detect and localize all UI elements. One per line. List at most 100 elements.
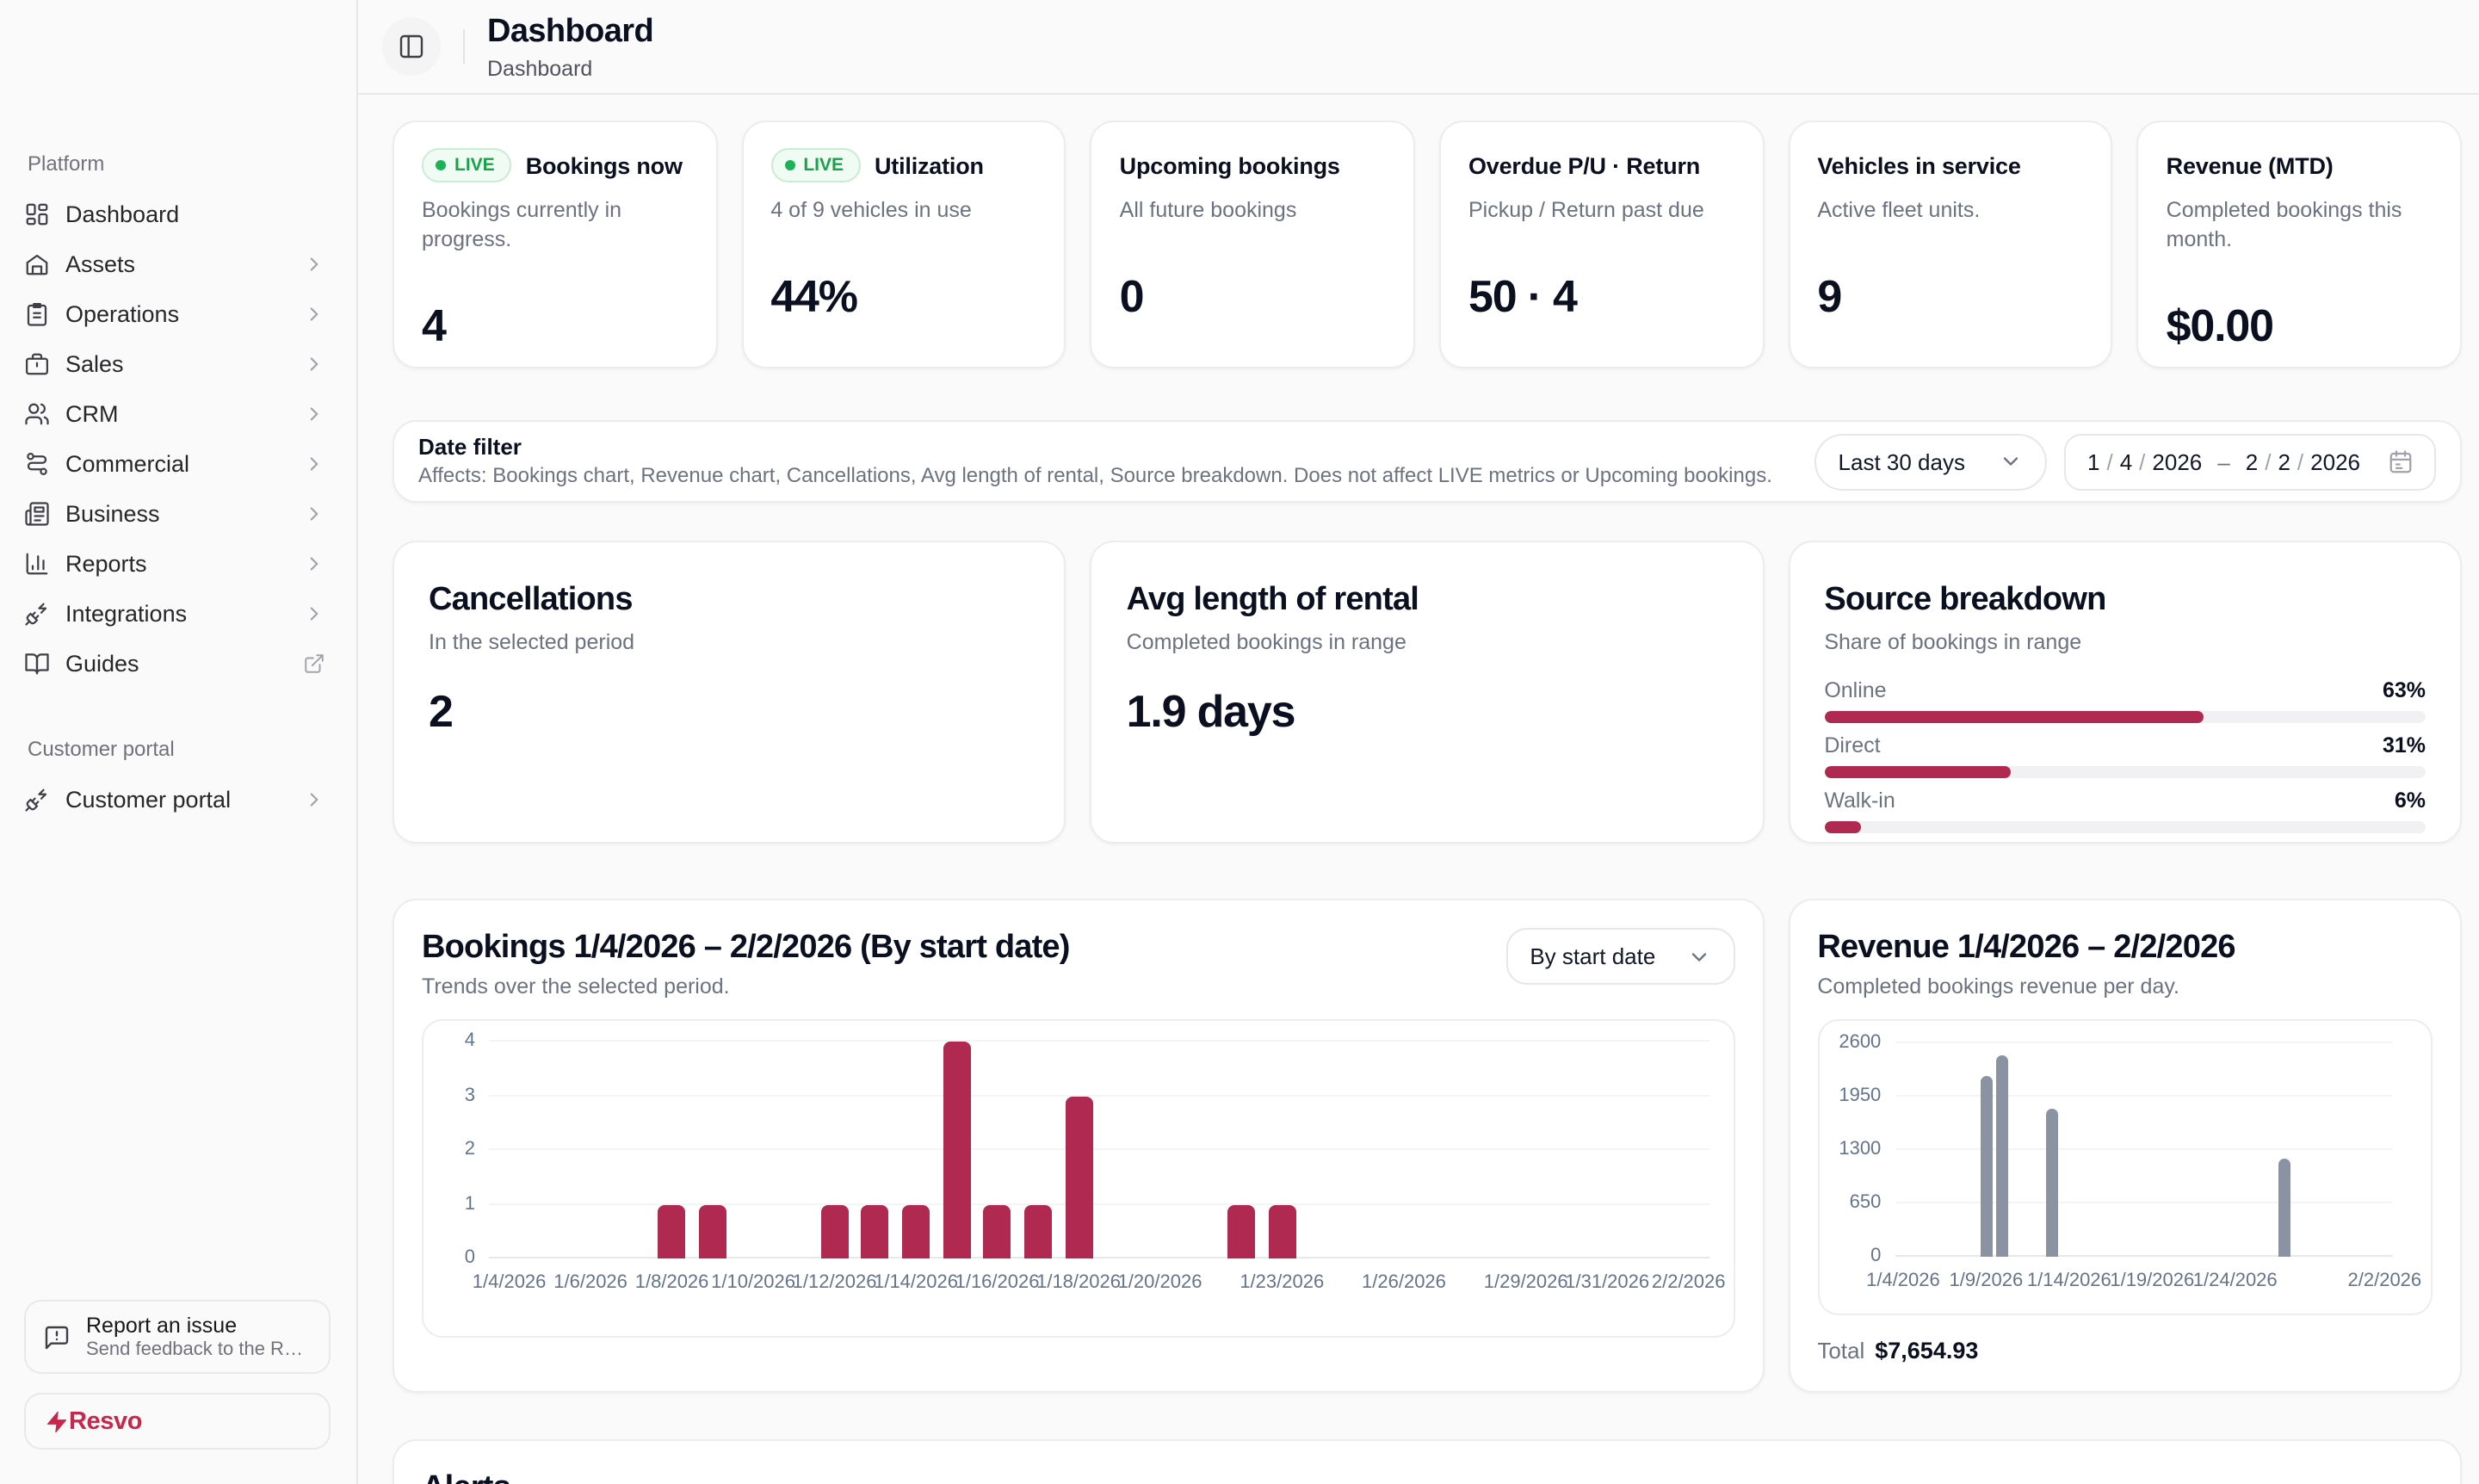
y-axis-tick-label: 4 [465,1032,475,1051]
bookings-chart-subtitle: Trends over the selected period. [422,973,1070,1002]
chart-bar [1227,1204,1255,1258]
kpi-value: 50 · 4 [1468,270,1734,324]
gridline [1895,1255,2393,1257]
sidebar-item-commercial[interactable]: Commercial [14,439,343,489]
kpi-title: Utilization [875,152,984,178]
kpi-card-vehicles-in-service: Vehicles in serviceActive fleet units.9 [1788,121,2112,368]
kpi-description: All future bookings [1120,196,1386,226]
page-title: Dashboard [487,13,653,51]
x-axis-tick-label: 1/12/2026 [793,1272,877,1293]
live-badge-label: LIVE [454,155,495,176]
resvo-logo-text: Resvo [69,1407,142,1435]
bookings-groupby-value: By start date [1530,943,1655,969]
date-filter-card: Date filter Affects: Bookings chart, Rev… [393,420,2462,503]
commercial-icon [24,451,50,477]
kpi-card-bookings-now: LIVEBookings nowBookings currently in pr… [393,121,717,368]
source-progress-track [1824,711,2426,723]
y-axis-tick-label: 2600 [1839,1034,1881,1053]
sidebar-item-customer-portal[interactable]: Customer portal [14,775,343,825]
integrations-icon [24,601,50,627]
kpi-card-revenue-mtd: Revenue (MTD)Completed bookings this mon… [2137,121,2462,368]
chevron-right-icon [303,788,325,811]
sidebar-item-sales[interactable]: Sales [14,339,343,389]
kpi-card-overdue-p-u-return: Overdue P/U · ReturnPickup / Return past… [1439,121,1764,368]
sidebar-footer: Report an issue Send feedback to the Res… [24,1300,331,1450]
sidebar-item-operations[interactable]: Operations [14,289,343,339]
zap-icon [45,1409,69,1433]
sidebar-item-crm[interactable]: CRM [14,389,343,439]
y-axis-tick-label: 2 [465,1141,475,1159]
sidebar-item-integrations[interactable]: Integrations [14,589,343,639]
source-row-walk-in: Walk-in6% [1824,788,2426,833]
avg-rental-card: Avg length of rental Completed bookings … [1091,541,1765,844]
revenue-bar-chart: 06501300195026001/4/20261/9/20261/14/202… [1817,1019,2433,1315]
sidebar-item-reports[interactable]: Reports [14,539,343,589]
chart-bar [699,1204,726,1258]
page-header: Dashboard Dashboard [358,0,2479,95]
x-axis-tick-label: 1/31/2026 [1565,1272,1649,1293]
chart-bar [2047,1109,2059,1257]
assets-icon [24,251,50,277]
gridline [1895,1042,2393,1043]
chevron-right-icon [303,403,325,425]
chart-bar [2279,1158,2291,1257]
x-axis-tick-label: 2/2/2026 [1652,1272,1726,1293]
sidebar-item-label: Customer portal [65,787,303,813]
live-dot-icon [784,160,794,170]
sidebar-item-business[interactable]: Business [14,489,343,539]
external-link-icon [303,652,325,675]
source-breakdown-card: Source breakdown Share of bookings in ra… [1788,541,2462,844]
sidebar-item-dashboard[interactable]: Dashboard [14,189,343,239]
bookings-groupby-select[interactable]: By start date [1505,928,1734,985]
sidebar-item-label: Integrations [65,601,303,627]
sidebar-item-label: Reports [65,551,303,577]
x-axis-tick-label: 1/14/2026 [2027,1271,2111,1291]
y-axis-tick-label: 0 [1870,1247,1881,1266]
x-axis-tick-label: 1/24/2026 [2193,1271,2278,1291]
chevron-right-icon [303,503,325,525]
chart-bar [1997,1055,2009,1257]
sidebar-item-label: Operations [65,301,303,327]
sidebar-toggle-button[interactable] [382,17,441,76]
source-percent: 31% [2383,733,2426,757]
sales-icon [24,351,50,377]
date-range-input[interactable]: 1/4/2026–2/2/2026 [2065,433,2436,490]
x-axis-tick-label: 1/18/2026 [1036,1272,1121,1293]
avg-rental-description: Completed bookings in range [1127,628,1728,658]
operations-icon [24,301,50,327]
sidebar-item-guides[interactable]: Guides [14,639,343,689]
dashboard-icon [24,201,50,227]
revenue-chart-subtitle: Completed bookings revenue per day. [1817,973,2433,1002]
sidebar: Platform DashboardAssetsOperationsSalesC… [0,0,358,1484]
chevron-down-icon [2000,449,2024,473]
sidebar-item-assets[interactable]: Assets [14,239,343,289]
revenue-chart-title: Revenue 1/4/2026 – 2/2/2026 [1817,928,2433,969]
kpi-value: 9 [1817,270,2083,324]
sidebar-item-label: Guides [65,651,303,677]
x-axis-tick-label: 1/6/2026 [553,1272,627,1293]
chevron-right-icon [303,353,325,375]
sidebar-nav-portal: Customer portal [0,775,356,825]
app-root: Platform DashboardAssetsOperationsSalesC… [0,0,2479,1484]
kpi-card-upcoming-bookings: Upcoming bookingsAll future bookings0 [1091,121,1415,368]
x-axis-tick-label: 1/19/2026 [2110,1271,2194,1291]
resvo-logo[interactable]: Resvo [24,1393,331,1450]
source-breakdown-title: Source breakdown [1824,580,2426,621]
sidebar-item-label: Commercial [65,451,303,477]
date-preset-select[interactable]: Last 30 days [1814,433,2048,490]
live-dot-icon [436,160,446,170]
source-row-online: Online63% [1824,678,2426,723]
source-breakdown-rows: Online63%Direct31%Walk-in6% [1824,678,2426,833]
x-axis-tick-label: 1/4/2026 [473,1272,547,1293]
chart-bar [821,1204,849,1258]
kpi-card-utilization: LIVEUtilization4 of 9 vehicles in use44% [741,121,1066,368]
report-issue-subtitle: Send feedback to the Resvo… [86,1339,306,1361]
y-axis-tick-label: 1 [465,1195,475,1214]
kpi-description: Active fleet units. [1817,196,2083,226]
chart-bar [1024,1204,1052,1258]
x-axis-tick-label: 1/20/2026 [1118,1272,1202,1293]
cancellations-description: In the selected period [429,628,1030,658]
calendar-icon [2388,448,2414,474]
crm-icon [24,401,50,427]
report-issue-button[interactable]: Report an issue Send feedback to the Res… [24,1300,331,1374]
